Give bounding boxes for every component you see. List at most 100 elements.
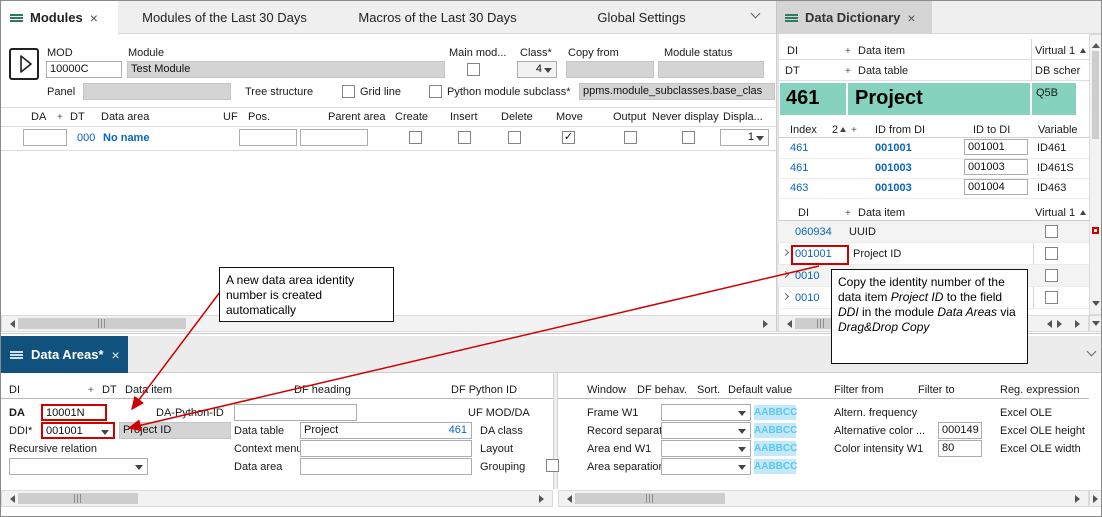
- scroll-down-icon[interactable]: [1092, 301, 1100, 310]
- virtual-checkbox[interactable]: [1045, 247, 1058, 260]
- dict-header-di[interactable]: DI: [787, 45, 798, 58]
- link-row-to-input[interactable]: 001001: [964, 139, 1028, 155]
- ddi-select[interactable]: 001001: [41, 422, 115, 439]
- scroll-right-icon[interactable]: [1075, 495, 1084, 503]
- add-button[interactable]: +: [845, 45, 851, 58]
- col-header-never-display[interactable]: Never display: [652, 111, 719, 124]
- col-header-pos[interactable]: Pos.: [248, 111, 270, 124]
- selected-table-id-cell[interactable]: 461: [780, 83, 846, 115]
- bottom-right-hscrollbar[interactable]: [558, 490, 1089, 507]
- selected-table-schema-cell[interactable]: Q5B: [1032, 83, 1076, 115]
- col-header-dt[interactable]: DT: [102, 384, 117, 397]
- insert-checkbox[interactable]: [458, 131, 471, 144]
- add-button[interactable]: +: [57, 111, 63, 124]
- add-button[interactable]: +: [845, 207, 851, 220]
- data-area-input[interactable]: [300, 458, 472, 475]
- create-checkbox[interactable]: [409, 131, 422, 144]
- col-header-filter-from[interactable]: Filter from: [834, 384, 884, 397]
- dict-vscrollbar[interactable]: [1089, 34, 1102, 315]
- item-row-di[interactable]: 060934: [795, 226, 832, 239]
- expand-icon[interactable]: [782, 293, 789, 300]
- tab-global-settings[interactable]: Global Settings: [549, 1, 734, 34]
- page-right-icon[interactable]: [1057, 320, 1066, 328]
- col-header-sort[interactable]: 2: [832, 124, 838, 137]
- run-button[interactable]: [9, 48, 39, 80]
- col-header-data-area[interactable]: Data area: [101, 111, 149, 124]
- link-row-from[interactable]: 001003: [875, 182, 912, 195]
- module-status-input[interactable]: [658, 61, 764, 78]
- col-header-insert[interactable]: Insert: [450, 111, 478, 124]
- item-row-di[interactable]: 0010: [795, 292, 819, 305]
- recursive-relation-select[interactable]: [9, 458, 148, 475]
- col-header-df-behav[interactable]: DF behav.: [637, 384, 687, 397]
- link-row-index[interactable]: 461: [790, 162, 808, 175]
- col-header-window[interactable]: Window: [587, 384, 626, 397]
- output-checkbox[interactable]: [624, 131, 637, 144]
- da-python-id-input[interactable]: [234, 404, 357, 421]
- virtual-checkbox[interactable]: [1045, 269, 1058, 282]
- col-header-data-item[interactable]: Data item: [125, 384, 172, 397]
- col-header-filter-to[interactable]: Filter to: [918, 384, 955, 397]
- da-row-parent-input[interactable]: [300, 129, 368, 146]
- python-subclass-input[interactable]: ppms.module_subclasses.base_clas: [579, 83, 775, 100]
- close-icon[interactable]: [90, 11, 98, 25]
- delete-checkbox[interactable]: [508, 131, 521, 144]
- area-separation-select[interactable]: [661, 458, 751, 475]
- item-row-di[interactable]: 0010: [795, 270, 819, 283]
- scrollbar-thumb[interactable]: [18, 493, 138, 504]
- link-row-index[interactable]: 461: [790, 142, 808, 155]
- close-icon[interactable]: [112, 348, 120, 362]
- record-color-swatch[interactable]: AABBCC: [754, 423, 796, 438]
- col-header-displa[interactable]: Displa...: [723, 111, 763, 124]
- virtual-checkbox[interactable]: [1045, 225, 1058, 238]
- virtual-checkbox[interactable]: [1045, 291, 1058, 304]
- scroll-right-icon[interactable]: [1093, 495, 1102, 503]
- dict-header-db-schema[interactable]: DB scher: [1035, 65, 1080, 78]
- tab-macros-30[interactable]: Macros of the Last 30 Days: [331, 1, 544, 34]
- link-row-to-input[interactable]: 001003: [964, 159, 1028, 175]
- never-display-checkbox[interactable]: [682, 131, 695, 144]
- da-row-dt[interactable]: 000: [77, 132, 95, 145]
- scrollbar-thumb[interactable]: [575, 493, 725, 504]
- dict-header-data-item[interactable]: Data item: [858, 45, 905, 58]
- context-menu-input[interactable]: [300, 440, 472, 457]
- python-subclass-checkbox[interactable]: [429, 85, 442, 98]
- col-header-dt[interactable]: DT: [70, 111, 85, 124]
- scrollbar-corner[interactable]: [1089, 315, 1102, 332]
- link-row-from[interactable]: 001003: [875, 162, 912, 175]
- link-row-from[interactable]: 001001: [875, 142, 912, 155]
- item-row-name[interactable]: Project ID: [853, 248, 901, 261]
- scroll-up-icon[interactable]: [1092, 39, 1100, 48]
- col-header-reg-expression[interactable]: Reg. expression: [1000, 384, 1080, 397]
- col-header-variable[interactable]: Variable: [1038, 124, 1078, 137]
- grouping-checkbox[interactable]: [546, 459, 559, 472]
- add-button[interactable]: +: [88, 384, 94, 397]
- da-id-input[interactable]: 10001N: [41, 404, 107, 421]
- col-header-sort[interactable]: Sort.: [697, 384, 720, 397]
- mod-input[interactable]: 10000C: [46, 61, 122, 78]
- page-left-icon[interactable]: [1043, 320, 1052, 328]
- expand-icon[interactable]: [782, 249, 789, 256]
- data-table-field[interactable]: Project 461: [300, 422, 472, 439]
- scroll-down-icon[interactable]: [1092, 321, 1100, 330]
- main-mod-checkbox[interactable]: [467, 63, 480, 76]
- class-select[interactable]: 4: [517, 61, 557, 78]
- col-header-di[interactable]: DI: [9, 384, 20, 397]
- dict-header-virtual[interactable]: Virtual 1: [1035, 45, 1075, 58]
- panel-splitter[interactable]: [776, 34, 779, 332]
- tab-data-areas[interactable]: Data Areas*: [1, 336, 128, 373]
- link-row-to-input[interactable]: 001004: [964, 179, 1028, 195]
- panel-input[interactable]: [83, 83, 231, 100]
- area-separation-color-swatch[interactable]: AABBCC: [754, 459, 796, 474]
- displa-select[interactable]: 1: [720, 129, 769, 146]
- col-header-default-value[interactable]: Default value: [728, 384, 792, 397]
- scrollbar-thumb[interactable]: [1092, 51, 1099, 139]
- da-row-name[interactable]: No name: [103, 132, 149, 145]
- selected-table-name-cell[interactable]: Project: [848, 83, 1030, 115]
- col-header-id-from[interactable]: ID from DI: [875, 124, 925, 137]
- col-header-create[interactable]: Create: [395, 111, 428, 124]
- scrollbar-thumb[interactable]: [18, 318, 186, 329]
- item-header-di[interactable]: DI: [798, 207, 809, 220]
- scroll-right-icon[interactable]: [1075, 320, 1084, 328]
- col-header-uf[interactable]: UF: [223, 111, 238, 124]
